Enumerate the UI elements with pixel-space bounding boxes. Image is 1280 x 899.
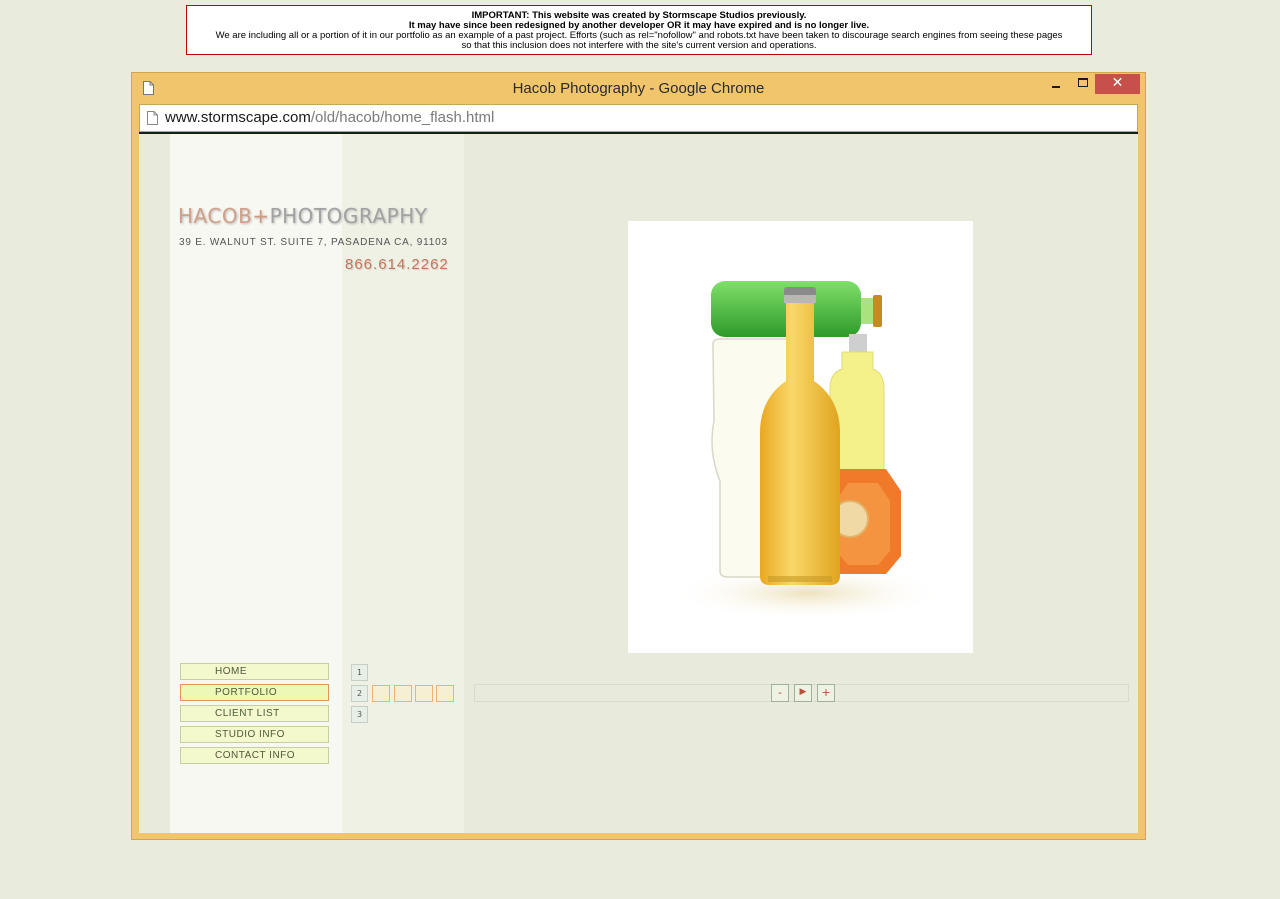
- next-button[interactable]: +: [817, 684, 835, 702]
- play-icon[interactable]: ▶: [794, 684, 812, 702]
- previous-button[interactable]: -: [771, 684, 789, 702]
- nav-client-list[interactable]: CLIENT LIST: [180, 705, 329, 722]
- thumbnail[interactable]: [415, 685, 433, 702]
- thumbnail[interactable]: [436, 685, 454, 702]
- nav-portfolio[interactable]: PORTFOLIO: [180, 684, 329, 701]
- url-host: www.stormscape.com: [165, 109, 311, 126]
- site-logo[interactable]: HACOB+PHOTOGRAPHY: [178, 204, 427, 228]
- page-number-3[interactable]: 3: [351, 706, 368, 723]
- nav-contact-info[interactable]: CONTACT INFO: [180, 747, 329, 764]
- window-title: Hacob Photography - Google Chrome: [512, 80, 765, 97]
- nav-studio-info[interactable]: STUDIO INFO: [180, 726, 329, 743]
- page-number-1[interactable]: 1: [351, 664, 368, 681]
- thumbnail[interactable]: [372, 685, 390, 702]
- logo-hacob: HACOB: [178, 204, 253, 228]
- url-path: /old/hacob/home_flash.html: [310, 109, 495, 126]
- close-icon: ✕: [1111, 75, 1124, 91]
- page-viewport: HACOB+PHOTOGRAPHY 39 E. WALNUT ST. SUITE…: [139, 132, 1138, 833]
- browser-window: Hacob Photography - Google Chrome ✕ www.…: [131, 72, 1146, 840]
- portfolio-photo: [628, 221, 973, 653]
- close-button[interactable]: ✕: [1095, 74, 1140, 94]
- bottles-image: [668, 281, 948, 621]
- portfolio-notice-banner: IMPORTANT: This website was created by S…: [186, 5, 1092, 55]
- maximize-button[interactable]: [1072, 74, 1094, 94]
- page-icon: [147, 111, 158, 125]
- notice-line-4: so that this inclusion does not interfer…: [461, 40, 817, 51]
- minimize-button[interactable]: [1045, 74, 1067, 94]
- studio-address: 39 E. WALNUT ST. SUITE 7, PASADENA CA, 9…: [179, 237, 448, 248]
- nav-home[interactable]: HOME: [180, 663, 329, 680]
- url-text[interactable]: www.stormscape.com/old/hacob/home_flash.…: [165, 109, 494, 126]
- address-bar[interactable]: www.stormscape.com/old/hacob/home_flash.…: [139, 104, 1138, 132]
- page-number-2[interactable]: 2: [351, 685, 368, 702]
- thumbnail[interactable]: [394, 685, 412, 702]
- logo-plus: +: [252, 204, 270, 228]
- studio-phone: 866.614.2262: [345, 256, 449, 273]
- logo-photography: PHOTOGRAPHY: [269, 204, 428, 228]
- title-bar[interactable]: Hacob Photography - Google Chrome ✕: [132, 73, 1145, 103]
